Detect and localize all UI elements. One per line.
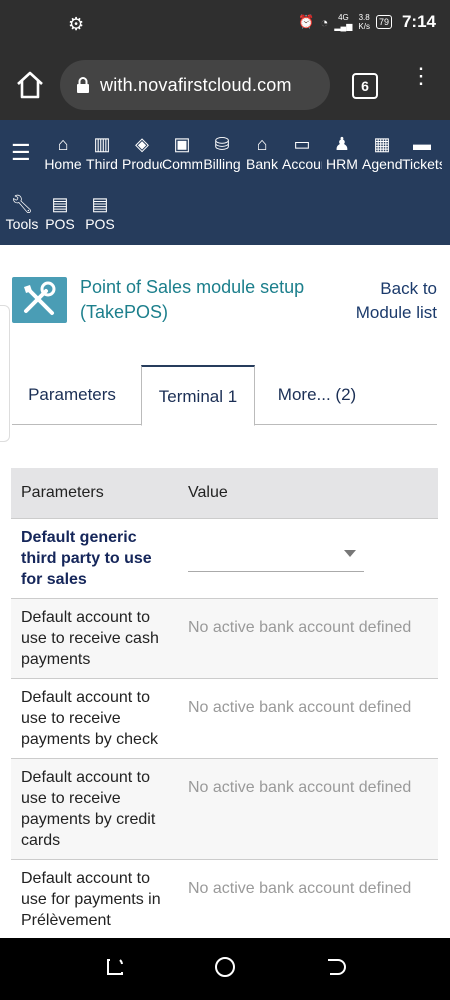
tab-more[interactable]: More... (2) — [262, 365, 372, 425]
topmenu-item-commerce[interactable]: ▣ Commerce — [162, 133, 202, 173]
topmenu-label: Accounting — [282, 156, 322, 172]
home-circle-icon[interactable] — [214, 956, 236, 978]
topmenu-item-billing[interactable]: ⛁ Billing — [202, 133, 242, 173]
status-bar: ⚙ ⏰ ◔ 4G ▂▄▆ 3.8 K/s 79 7:14 — [0, 0, 450, 50]
battery-icon: 79 — [375, 15, 392, 29]
user-tie-icon: ♟ — [333, 134, 351, 154]
topmenu-label: Products — [122, 156, 162, 172]
topmenu-label: HRM — [326, 156, 358, 172]
cash-register-icon: ▤ — [51, 194, 69, 214]
cash-register-icon: ▤ — [91, 194, 109, 214]
topmenu-label: Bank — [246, 156, 278, 172]
clock: 7:14 — [401, 12, 436, 31]
top-menu: ☰ ⌂ Home ▥ Third ◈ Products ▣ Commerce ⛁… — [0, 120, 450, 245]
topmenu-item-tools[interactable]: 🔧︎ Tools — [2, 193, 42, 233]
data-saver-icon: ◔ — [320, 14, 329, 30]
browser-toolbar: with.novafirstcloud.com 6 ⋮ — [0, 50, 450, 120]
tab-bar: Parameters Terminal 1 More... (2) — [12, 365, 437, 426]
coins-icon: ⛁ — [214, 134, 230, 154]
tab-parameters[interactable]: Parameters — [12, 365, 132, 425]
back-to-module-list-link[interactable]: Back to Module list — [345, 277, 437, 325]
topmenu-item-pos-2[interactable]: ▤ POS — [80, 193, 120, 233]
system-navigation-bar — [0, 938, 450, 1000]
topmenu-label: Agenda — [362, 156, 402, 172]
topmenu-item-products[interactable]: ◈ Products — [122, 133, 162, 173]
table-row: Default account to use to receive paymen… — [11, 758, 438, 860]
back-icon[interactable] — [324, 956, 346, 978]
lock-icon — [77, 77, 89, 93]
setting-value: No active bank account defined — [178, 758, 438, 860]
topmenu-item-agenda[interactable]: ▦ Agenda — [362, 133, 402, 173]
topmenu-label: Third — [86, 156, 118, 172]
tab-count: 6 — [361, 78, 369, 94]
tools-module-icon — [12, 277, 67, 323]
topmenu-label: POS — [45, 216, 75, 232]
ticket-icon: ▬ — [413, 134, 431, 154]
setting-value — [178, 518, 438, 599]
tab-switcher-button[interactable]: 6 — [352, 73, 378, 99]
browser-menu-icon[interactable]: ⋮ — [410, 65, 432, 98]
page-title: Point of Sales module setup (TakePOS) — [80, 277, 305, 322]
table-row: Default generic third party to use for s… — [11, 518, 438, 599]
table-row: Default account to use to receive cash p… — [11, 598, 438, 679]
alarm-icon: ⏰ — [298, 14, 315, 29]
dropdown-arrow-icon[interactable] — [344, 550, 356, 557]
topmenu-item-hrm[interactable]: ♟ HRM — [322, 133, 362, 173]
network-type: 4G — [338, 13, 349, 22]
setting-value: No active bank account defined — [178, 598, 438, 679]
battery-level: 79 — [378, 17, 389, 27]
setting-label: Default account to use to receive paymen… — [11, 678, 178, 759]
third-party-select[interactable] — [188, 537, 364, 572]
speed-indicator: 3.8 K/s — [358, 13, 370, 31]
terminal-settings-table: Parameters Value Default generic third p… — [11, 468, 438, 938]
home-icon: ⌂ — [57, 134, 69, 154]
topmenu-label: Commerce — [162, 156, 202, 172]
column-header: Value — [178, 468, 438, 519]
topmenu-item-tickets[interactable]: ▬ Tickets — [402, 133, 442, 173]
address-bar[interactable]: with.novafirstcloud.com — [60, 60, 330, 110]
cube-icon: ◈ — [135, 134, 149, 154]
url-text[interactable]: with.novafirstcloud.com — [100, 75, 292, 96]
money-icon: ▭ — [293, 134, 311, 154]
table-row: Default account to use for payments in P… — [11, 859, 438, 938]
briefcase-icon: ▣ — [173, 134, 191, 154]
topmenu-item-pos[interactable]: ▤ POS — [40, 193, 80, 233]
topmenu-label: POS — [85, 216, 115, 232]
calendar-icon: ▦ — [373, 134, 391, 154]
setting-label: Default account to use for payments in P… — [11, 859, 178, 938]
speed-value: 3.8 — [358, 13, 370, 22]
topmenu-label: Home — [44, 156, 82, 172]
topmenu-item-bank[interactable]: ⌂ Bank — [242, 133, 282, 173]
network-indicator: 4G ▂▄▆ — [334, 13, 352, 31]
topmenu-label: Tools — [5, 216, 39, 232]
topmenu-item-home[interactable]: ⌂ Home — [43, 133, 83, 173]
topmenu-item-third[interactable]: ▥ Third — [82, 133, 122, 173]
tools-icon — [24, 281, 56, 315]
side-drawer-handle[interactable] — [0, 305, 10, 442]
tab-terminal-1[interactable]: Terminal 1 — [141, 365, 255, 426]
speed-unit: K/s — [358, 22, 370, 31]
hamburger-menu-icon[interactable]: ☰ — [11, 140, 31, 166]
main-content: Point of Sales module setup (TakePOS) Ba… — [0, 245, 450, 938]
table-row: Default account to use to receive paymen… — [11, 678, 438, 759]
column-header: Parameters — [11, 468, 178, 519]
status-icons: ⏰ ◔ 4G ▂▄▆ 3.8 K/s 79 7:14 — [298, 12, 436, 32]
topmenu-item-accounting[interactable]: ▭ Accounting — [282, 133, 322, 173]
setting-label: Default account to use to receive paymen… — [11, 758, 178, 860]
signal-icon: ▂▄▆ — [334, 22, 353, 31]
table-header-row: Parameters Value — [11, 468, 438, 519]
bank-icon: ⌂ — [256, 134, 268, 154]
recent-apps-icon[interactable] — [104, 956, 126, 978]
wrench-icon: 🔧︎ — [10, 194, 34, 214]
building-icon: ▥ — [93, 134, 111, 154]
settings-gear-icon: ⚙ — [68, 14, 85, 34]
setting-value: No active bank account defined — [178, 678, 438, 759]
setting-label: Default account to use to receive cash p… — [11, 598, 178, 679]
browser-home-icon[interactable] — [14, 69, 46, 101]
topmenu-label: Tickets — [402, 156, 442, 172]
setting-label: Default generic third party to use for s… — [11, 518, 178, 599]
topmenu-label: Billing — [203, 156, 241, 172]
setting-value: No active bank account defined — [178, 859, 438, 938]
